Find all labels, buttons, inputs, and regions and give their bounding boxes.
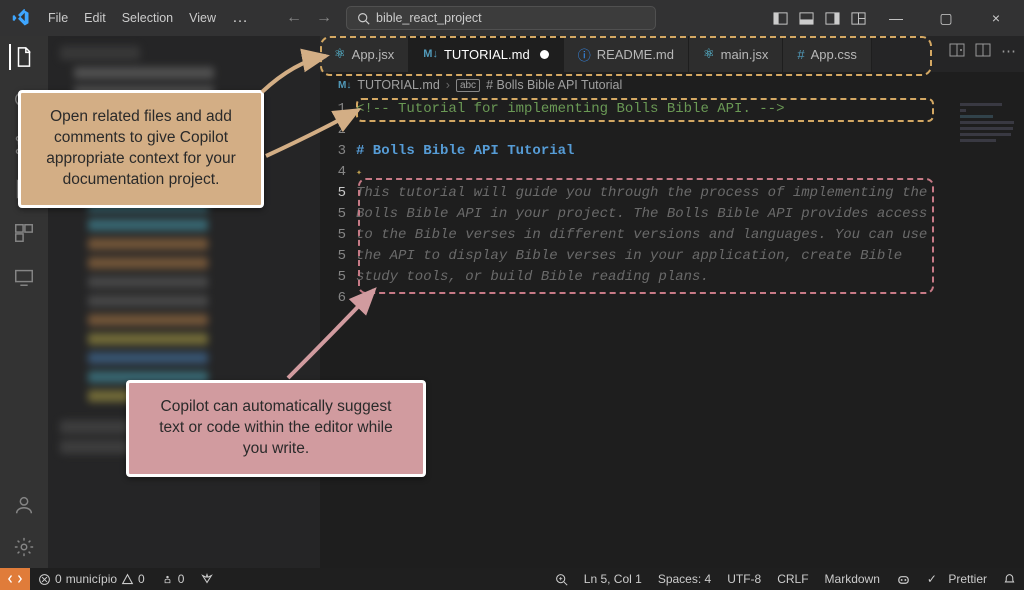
suggestion-line: the API to display Bible verses in your …	[356, 246, 1024, 267]
layout-panel-bottom-icon[interactable]	[798, 10, 814, 26]
code-line-comment: <!-- Tutorial for implementing Bolls Bib…	[356, 99, 1024, 120]
menu-view[interactable]: View	[181, 7, 224, 29]
md-icon: M↓	[423, 48, 438, 60]
remote-indicator[interactable]	[0, 568, 30, 590]
status-encoding[interactable]: UTF-8	[719, 572, 769, 587]
tab-label: README.md	[597, 47, 674, 62]
activity-settings-icon[interactable]	[11, 534, 37, 560]
annotation-callout-context: Open related files and add comments to g…	[18, 90, 264, 208]
menu-selection[interactable]: Selection	[114, 7, 181, 29]
tab-tutorial-md[interactable]: M↓ TUTORIAL.md	[409, 36, 563, 72]
tab-app-jsx[interactable]: ⚛ App.jsx	[320, 36, 409, 72]
status-zoom-icon[interactable]	[547, 572, 576, 587]
minimap[interactable]	[960, 100, 1020, 180]
breadcrumb-symbol: # Bolls Bible API Tutorial	[486, 78, 622, 92]
react-icon: ⚛	[334, 46, 346, 62]
window-maximize[interactable]: ▢	[926, 10, 966, 27]
line-number-gutter: 1 2 3 4 5 5 5 5 5 6	[320, 98, 356, 568]
suggestion-line: Bolls Bible API in your project. The Bol…	[356, 204, 1024, 225]
status-copilot-icon[interactable]	[888, 572, 919, 587]
tab-label: App.css	[811, 47, 857, 62]
suggestion-line: study tools, or build Bible reading plan…	[356, 267, 1024, 288]
window-minimize[interactable]: —	[876, 10, 916, 26]
menu-file[interactable]: File	[40, 7, 76, 29]
suggestion-line: to the Bible verses in different version…	[356, 225, 1024, 246]
tab-main-jsx[interactable]: ⚛ main.jsx	[689, 36, 783, 72]
tab-label: main.jsx	[721, 47, 769, 62]
open-preview-icon[interactable]	[949, 42, 965, 60]
tab-label: TUTORIAL.md	[444, 47, 530, 62]
status-ports[interactable]: 0	[153, 572, 193, 586]
editor-breadcrumb[interactable]: M↓ TUTORIAL.md › abc # Bolls Bible API T…	[320, 72, 1024, 98]
status-notifications-icon[interactable]	[995, 572, 1024, 587]
info-icon: ⓘ	[578, 45, 591, 64]
nav-back-icon[interactable]: ←	[286, 9, 302, 27]
layout-customize-icon[interactable]	[850, 10, 866, 26]
status-live-icon[interactable]	[192, 572, 222, 586]
dirty-indicator-icon	[540, 50, 549, 59]
layout-sidebar-right-icon[interactable]	[824, 10, 840, 26]
code-line-heading: # Bolls Bible API Tutorial	[356, 143, 574, 159]
status-problems[interactable]: 0 município 0	[30, 572, 153, 586]
code-editor[interactable]: 1 2 3 4 5 5 5 5 5 6 <!-- Tutorial for im…	[320, 98, 1024, 568]
sparkle-icon: ✦	[356, 168, 362, 179]
code-lines[interactable]: <!-- Tutorial for implementing Bolls Bib…	[356, 98, 1024, 568]
chevron-right-icon: ›	[446, 78, 450, 92]
window-close[interactable]: ×	[976, 10, 1016, 26]
title-bar: File Edit Selection View … ← → bible_rea…	[0, 0, 1024, 36]
vscode-logo-icon	[12, 9, 30, 27]
menu-edit[interactable]: Edit	[76, 7, 114, 29]
heading-icon: abc	[456, 79, 480, 92]
tab-label: App.jsx	[352, 47, 395, 62]
status-bar: 0 município 0 0 Ln 5, Col 1 Spaces: 4 UT…	[0, 568, 1024, 590]
annotation-callout-suggestion: Copilot can automatically suggest text o…	[126, 380, 426, 477]
status-language[interactable]: Markdown	[817, 572, 888, 587]
tab-app-css[interactable]: # App.css	[783, 36, 871, 72]
status-eol[interactable]: CRLF	[769, 572, 816, 587]
editor-actions: ⋯	[949, 42, 1016, 60]
more-actions-icon[interactable]: ⋯	[1001, 42, 1016, 60]
command-center-search[interactable]: bible_react_project	[346, 6, 656, 30]
layout-sidebar-left-icon[interactable]	[772, 10, 788, 26]
status-ln-col[interactable]: Ln 5, Col 1	[576, 572, 650, 587]
search-placeholder: bible_react_project	[376, 11, 482, 25]
activity-explorer-icon[interactable]	[9, 44, 37, 70]
breadcrumb-file: TUTORIAL.md	[357, 78, 439, 92]
activity-remote-icon[interactable]	[11, 264, 37, 290]
suggestion-line: This tutorial will guide you through the…	[356, 183, 1024, 204]
editor-area: ⚛ App.jsx M↓ TUTORIAL.md ⓘ README.md ⚛ m…	[320, 36, 1024, 568]
react-icon: ⚛	[703, 46, 715, 62]
nav-forward-icon[interactable]: →	[316, 9, 332, 27]
menu-overflow[interactable]: …	[224, 5, 256, 31]
activity-extensions-icon[interactable]	[11, 220, 37, 246]
md-icon: M↓	[338, 80, 351, 91]
editor-tabs: ⚛ App.jsx M↓ TUTORIAL.md ⓘ README.md ⚛ m…	[320, 36, 1024, 72]
css-icon: #	[797, 47, 804, 62]
tab-readme-md[interactable]: ⓘ README.md	[564, 36, 689, 72]
status-spaces[interactable]: Spaces: 4	[650, 572, 719, 587]
status-prettier[interactable]: ✓ Prettier	[919, 572, 995, 587]
activity-account-icon[interactable]	[11, 492, 37, 518]
split-editor-icon[interactable]	[975, 42, 991, 60]
